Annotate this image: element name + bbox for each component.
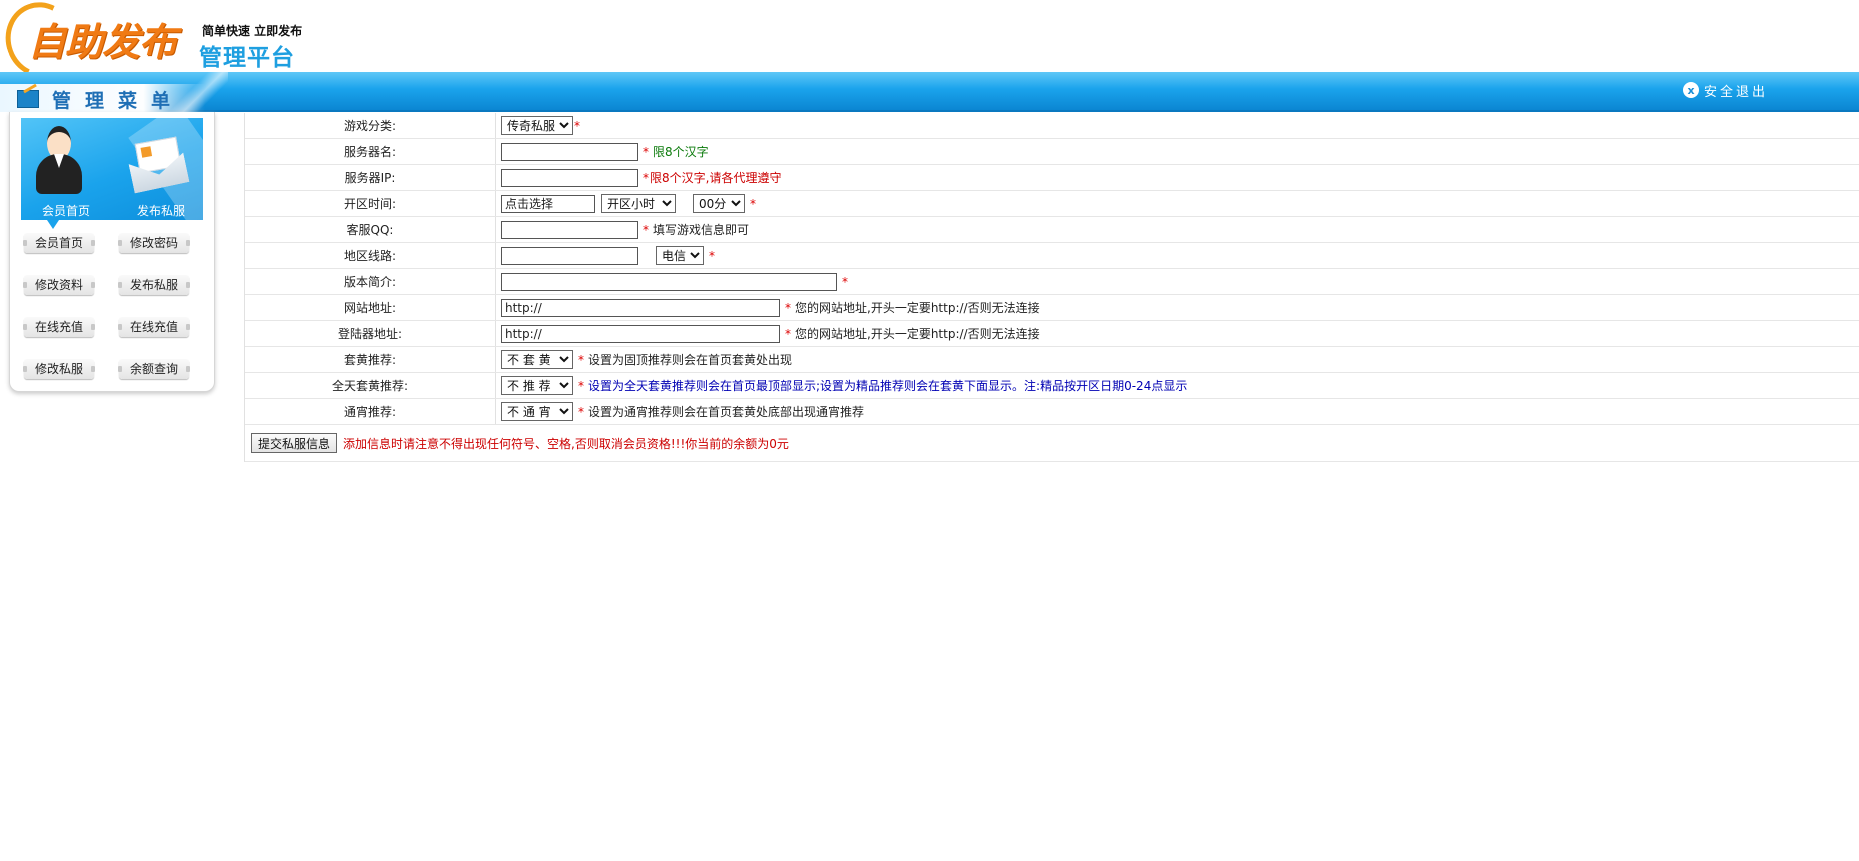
form-row-category: 游戏分类: 传奇私服 * [245, 113, 1859, 139]
server-name-input[interactable] [501, 142, 638, 161]
launcher-input[interactable] [501, 324, 780, 343]
required-mark: * [574, 118, 580, 133]
sidebar-item-edit-server[interactable]: 修改私服 [23, 359, 95, 379]
top-recommend-label: 套黄推荐: [245, 347, 496, 372]
website-input[interactable] [501, 298, 780, 317]
form-row-allday-recommend: 全天套黄推荐: 不 推 荐 * 设置为全天套黄推荐则会在首页最顶部显示;设置为精… [245, 373, 1859, 399]
required-mark: * [578, 404, 584, 419]
server-name-label: 服务器名: [245, 139, 496, 164]
form-row-website: 网站地址: * 您的网站地址,开头一定要http://否则无法连接 [245, 295, 1859, 321]
required-mark: * [750, 196, 756, 211]
open-time-label: 开区时间: [245, 191, 496, 216]
launcher-label: 登陆器地址: [245, 321, 496, 346]
form-row-top-recommend: 套黄推荐: 不 套 黄 * 设置为固顶推荐则会在首页套黄处出现 [245, 347, 1859, 373]
required-mark: * [785, 326, 791, 341]
server-ip-label: 服务器IP: [245, 165, 496, 190]
banner-publish-link[interactable]: 发布私服 [137, 202, 185, 219]
allday-recommend-hint: 设置为全天套黄推荐则会在首页最顶部显示;设置为精品推荐则会在套黄下面显示。注:精… [588, 379, 1188, 393]
form-row-intro: 版本简介: * [245, 269, 1859, 295]
sidebar: 会员首页 发布私服 会员首页 修改密码 修改资料 发布私服 在线充值 在线充值 … [9, 112, 215, 392]
header: 自助发布 简单快速 立即发布 管理平台 [0, 0, 1859, 88]
form-row-launcher: 登陆器地址: * 您的网站地址,开头一定要http://否则无法连接 [245, 321, 1859, 347]
form-row-line: 地区线路: 电信 * [245, 243, 1859, 269]
required-mark: * [578, 352, 584, 367]
form-submit-row: 提交私服信息 添加信息时请注意不得出现任何符号、空格,否则取消会员资格!!!你当… [245, 425, 1859, 462]
close-icon: x [1683, 82, 1699, 98]
qq-label: 客服QQ: [245, 217, 496, 242]
sidebar-item-balance-query[interactable]: 余额查询 [118, 359, 190, 379]
category-label: 游戏分类: [245, 113, 496, 138]
required-mark: * [785, 300, 791, 315]
intro-input[interactable] [501, 272, 837, 291]
submit-server-button[interactable]: 提交私服信息 [251, 433, 338, 453]
sidebar-item-edit-profile[interactable]: 修改资料 [23, 275, 95, 295]
launcher-hint: 您的网站地址,开头一定要http://否则无法连接 [795, 327, 1040, 341]
normal-recommend-select[interactable]: 不 通 宵 [501, 402, 573, 421]
banner-member-home-link[interactable]: 会员首页 [42, 202, 90, 219]
open-date-picker[interactable] [501, 194, 595, 213]
allday-recommend-select[interactable]: 不 推 荐 [501, 376, 573, 395]
envelope-icon [131, 136, 187, 188]
logo-tagline: 简单快速 立即发布 [202, 24, 303, 38]
required-mark: * [643, 144, 649, 159]
sidebar-item-recharge-2[interactable]: 在线充值 [118, 317, 190, 337]
form-row-server-name: 服务器名: * 限8个汉字 [245, 139, 1859, 165]
sidebar-item-recharge[interactable]: 在线充值 [23, 317, 95, 337]
qq-hint: 填写游戏信息即可 [653, 223, 750, 237]
server-ip-input[interactable] [501, 168, 638, 187]
server-name-hint: 限8个汉字 [653, 145, 709, 159]
required-mark: * [643, 170, 649, 185]
required-mark: * [709, 248, 715, 263]
form-row-normal-recommend: 通宵推荐: 不 通 宵 * 设置为通宵推荐则会在首页套黄处底部出现通宵推荐 [245, 399, 1859, 425]
form-row-open-time: 开区时间: 开区小时 00分 * [245, 191, 1859, 217]
line-input[interactable] [501, 246, 638, 265]
logo-main-text: 自助发布 [28, 20, 177, 64]
top-nav-bar [0, 72, 1859, 110]
sidebar-item-publish-server[interactable]: 发布私服 [118, 275, 190, 295]
line-select[interactable]: 电信 [656, 246, 704, 265]
allday-recommend-label: 全天套黄推荐: [245, 373, 496, 398]
normal-recommend-label: 通宵推荐: [245, 399, 496, 424]
category-select[interactable]: 传奇私服 [501, 116, 573, 135]
publish-server-form: 游戏分类: 传奇私服 * 服务器名: * 限8个汉字 服务器IP: * 限8个汉… [244, 113, 1859, 462]
nav-bar-divider [0, 110, 1859, 112]
sidebar-item-member-home[interactable]: 会员首页 [23, 233, 95, 253]
submit-warning-note: 添加信息时请注意不得出现任何符号、空格,否则取消会员资格!!!你当前的余额为0元 [343, 436, 789, 451]
intro-label: 版本简介: [245, 269, 496, 294]
logout-label: 安全退出 [1704, 84, 1769, 100]
normal-recommend-hint: 设置为通宵推荐则会在首页套黄处底部出现通宵推荐 [588, 405, 865, 419]
site-logo: 自助发布 简单快速 立即发布 管理平台 [0, 0, 306, 88]
website-hint: 您的网站地址,开头一定要http://否则无法连接 [795, 301, 1040, 315]
required-mark: * [643, 222, 649, 237]
logo-platform-text: 管理平台 [199, 45, 295, 71]
line-label: 地区线路: [245, 243, 496, 268]
required-mark: * [842, 274, 848, 289]
open-minute-select[interactable]: 00分 [693, 194, 745, 213]
sidebar-banner: 会员首页 发布私服 [21, 118, 203, 220]
member-avatar-icon [34, 124, 84, 196]
open-hour-select[interactable]: 开区小时 [601, 194, 676, 213]
website-label: 网站地址: [245, 295, 496, 320]
server-ip-hint: 限8个汉字,请各代理遵守 [650, 171, 782, 185]
top-recommend-hint: 设置为固顶推荐则会在首页套黄处出现 [588, 353, 793, 367]
logout-button[interactable]: x 安全退出 [1683, 80, 1768, 100]
required-mark: * [578, 378, 584, 393]
active-pointer-icon [47, 220, 59, 229]
form-row-server-ip: 服务器IP: * 限8个汉字,请各代理遵守 [245, 165, 1859, 191]
sidebar-item-change-password[interactable]: 修改密码 [118, 233, 190, 253]
top-recommend-select[interactable]: 不 套 黄 [501, 350, 573, 369]
form-row-qq: 客服QQ: * 填写游戏信息即可 [245, 217, 1859, 243]
menu-title: 管理菜单 [52, 90, 185, 112]
menu-edit-icon [17, 90, 39, 108]
qq-input[interactable] [501, 220, 638, 239]
